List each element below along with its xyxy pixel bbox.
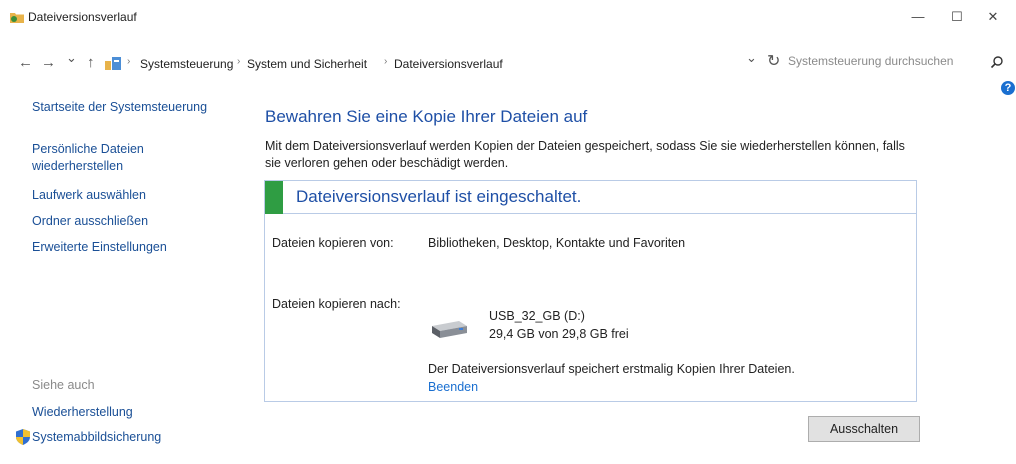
- sidebar-link-restore-files[interactable]: Persönliche Dateien wiederherstellen: [32, 141, 144, 175]
- breadcrumb-systemsteuerung[interactable]: Systemsteuerung: [140, 57, 233, 71]
- breadcrumb-dateiversionsverlauf[interactable]: Dateiversionsverlauf: [394, 57, 503, 71]
- minimize-button[interactable]: —: [905, 6, 931, 28]
- breadcrumb-system-und-sicherheit[interactable]: System und Sicherheit: [247, 57, 367, 71]
- copy-to-label: Dateien kopieren nach:: [272, 297, 401, 311]
- window-title: Dateiversionsverlauf: [28, 10, 137, 24]
- uac-shield-icon: [16, 429, 30, 445]
- copy-from-value: Bibliotheken, Desktop, Kontakte und Favo…: [428, 236, 686, 250]
- refresh-icon[interactable]: ↻: [767, 54, 780, 70]
- stop-link[interactable]: Beenden: [428, 380, 478, 394]
- breadcrumb-separator: ›: [127, 56, 131, 67]
- sidebar-link-advanced-settings[interactable]: Erweiterte Einstellungen: [32, 239, 167, 256]
- control-panel-icon: [105, 57, 121, 70]
- up-arrow-icon[interactable]: ↑: [87, 55, 95, 70]
- help-icon[interactable]: ?: [1001, 81, 1015, 95]
- usb-drive-icon: [432, 321, 467, 338]
- sidebar-link-recovery[interactable]: Wiederherstellung: [32, 404, 133, 421]
- sidebar-link-restore-line1: Persönliche Dateien: [32, 142, 144, 156]
- file-history-app-icon: [10, 13, 24, 23]
- copy-from-label: Dateien kopieren von:: [272, 236, 394, 250]
- title-bar: Dateiversionsverlauf — ☐ ✕: [0, 0, 1016, 36]
- forward-arrow-icon[interactable]: →: [41, 55, 56, 70]
- back-arrow-icon[interactable]: ←: [18, 55, 33, 70]
- recent-locations-chevron-icon[interactable]: ⌄: [66, 51, 77, 64]
- sidebar-link-home[interactable]: Startseite der Systemsteuerung: [32, 99, 207, 116]
- see-also-heading: Siehe auch: [32, 378, 95, 392]
- search-icon[interactable]: [990, 55, 1004, 69]
- close-button[interactable]: ✕: [980, 6, 1006, 28]
- sidebar-link-system-image-backup[interactable]: Systemabbildsicherung: [32, 429, 161, 446]
- page-description: Mit dem Dateiversionsverlauf werden Kopi…: [265, 139, 905, 170]
- drive-name: USB_32_GB (D:): [489, 309, 585, 323]
- backup-info-text: Der Dateiversionsverlauf speichert erstm…: [428, 362, 795, 376]
- status-indicator: [265, 181, 283, 214]
- turn-off-button[interactable]: Ausschalten: [808, 416, 920, 442]
- status-text: Dateiversionsverlauf ist eingeschaltet.: [296, 187, 582, 206]
- page-title: Bewahren Sie eine Kopie Ihrer Dateien au…: [265, 107, 588, 126]
- breadcrumb-separator: ›: [237, 56, 241, 67]
- address-dropdown-chevron-icon[interactable]: ⌄: [746, 51, 757, 64]
- drive-free-space: 29,4 GB von 29,8 GB frei: [489, 327, 629, 341]
- sidebar-link-select-drive[interactable]: Laufwerk auswählen: [32, 187, 146, 204]
- maximize-button[interactable]: ☐: [944, 6, 970, 28]
- sidebar-link-exclude-folders[interactable]: Ordner ausschließen: [32, 213, 148, 230]
- sidebar-link-restore-line2: wiederherstellen: [32, 159, 124, 173]
- search-input[interactable]: [788, 50, 974, 72]
- breadcrumb-separator: ›: [384, 56, 388, 67]
